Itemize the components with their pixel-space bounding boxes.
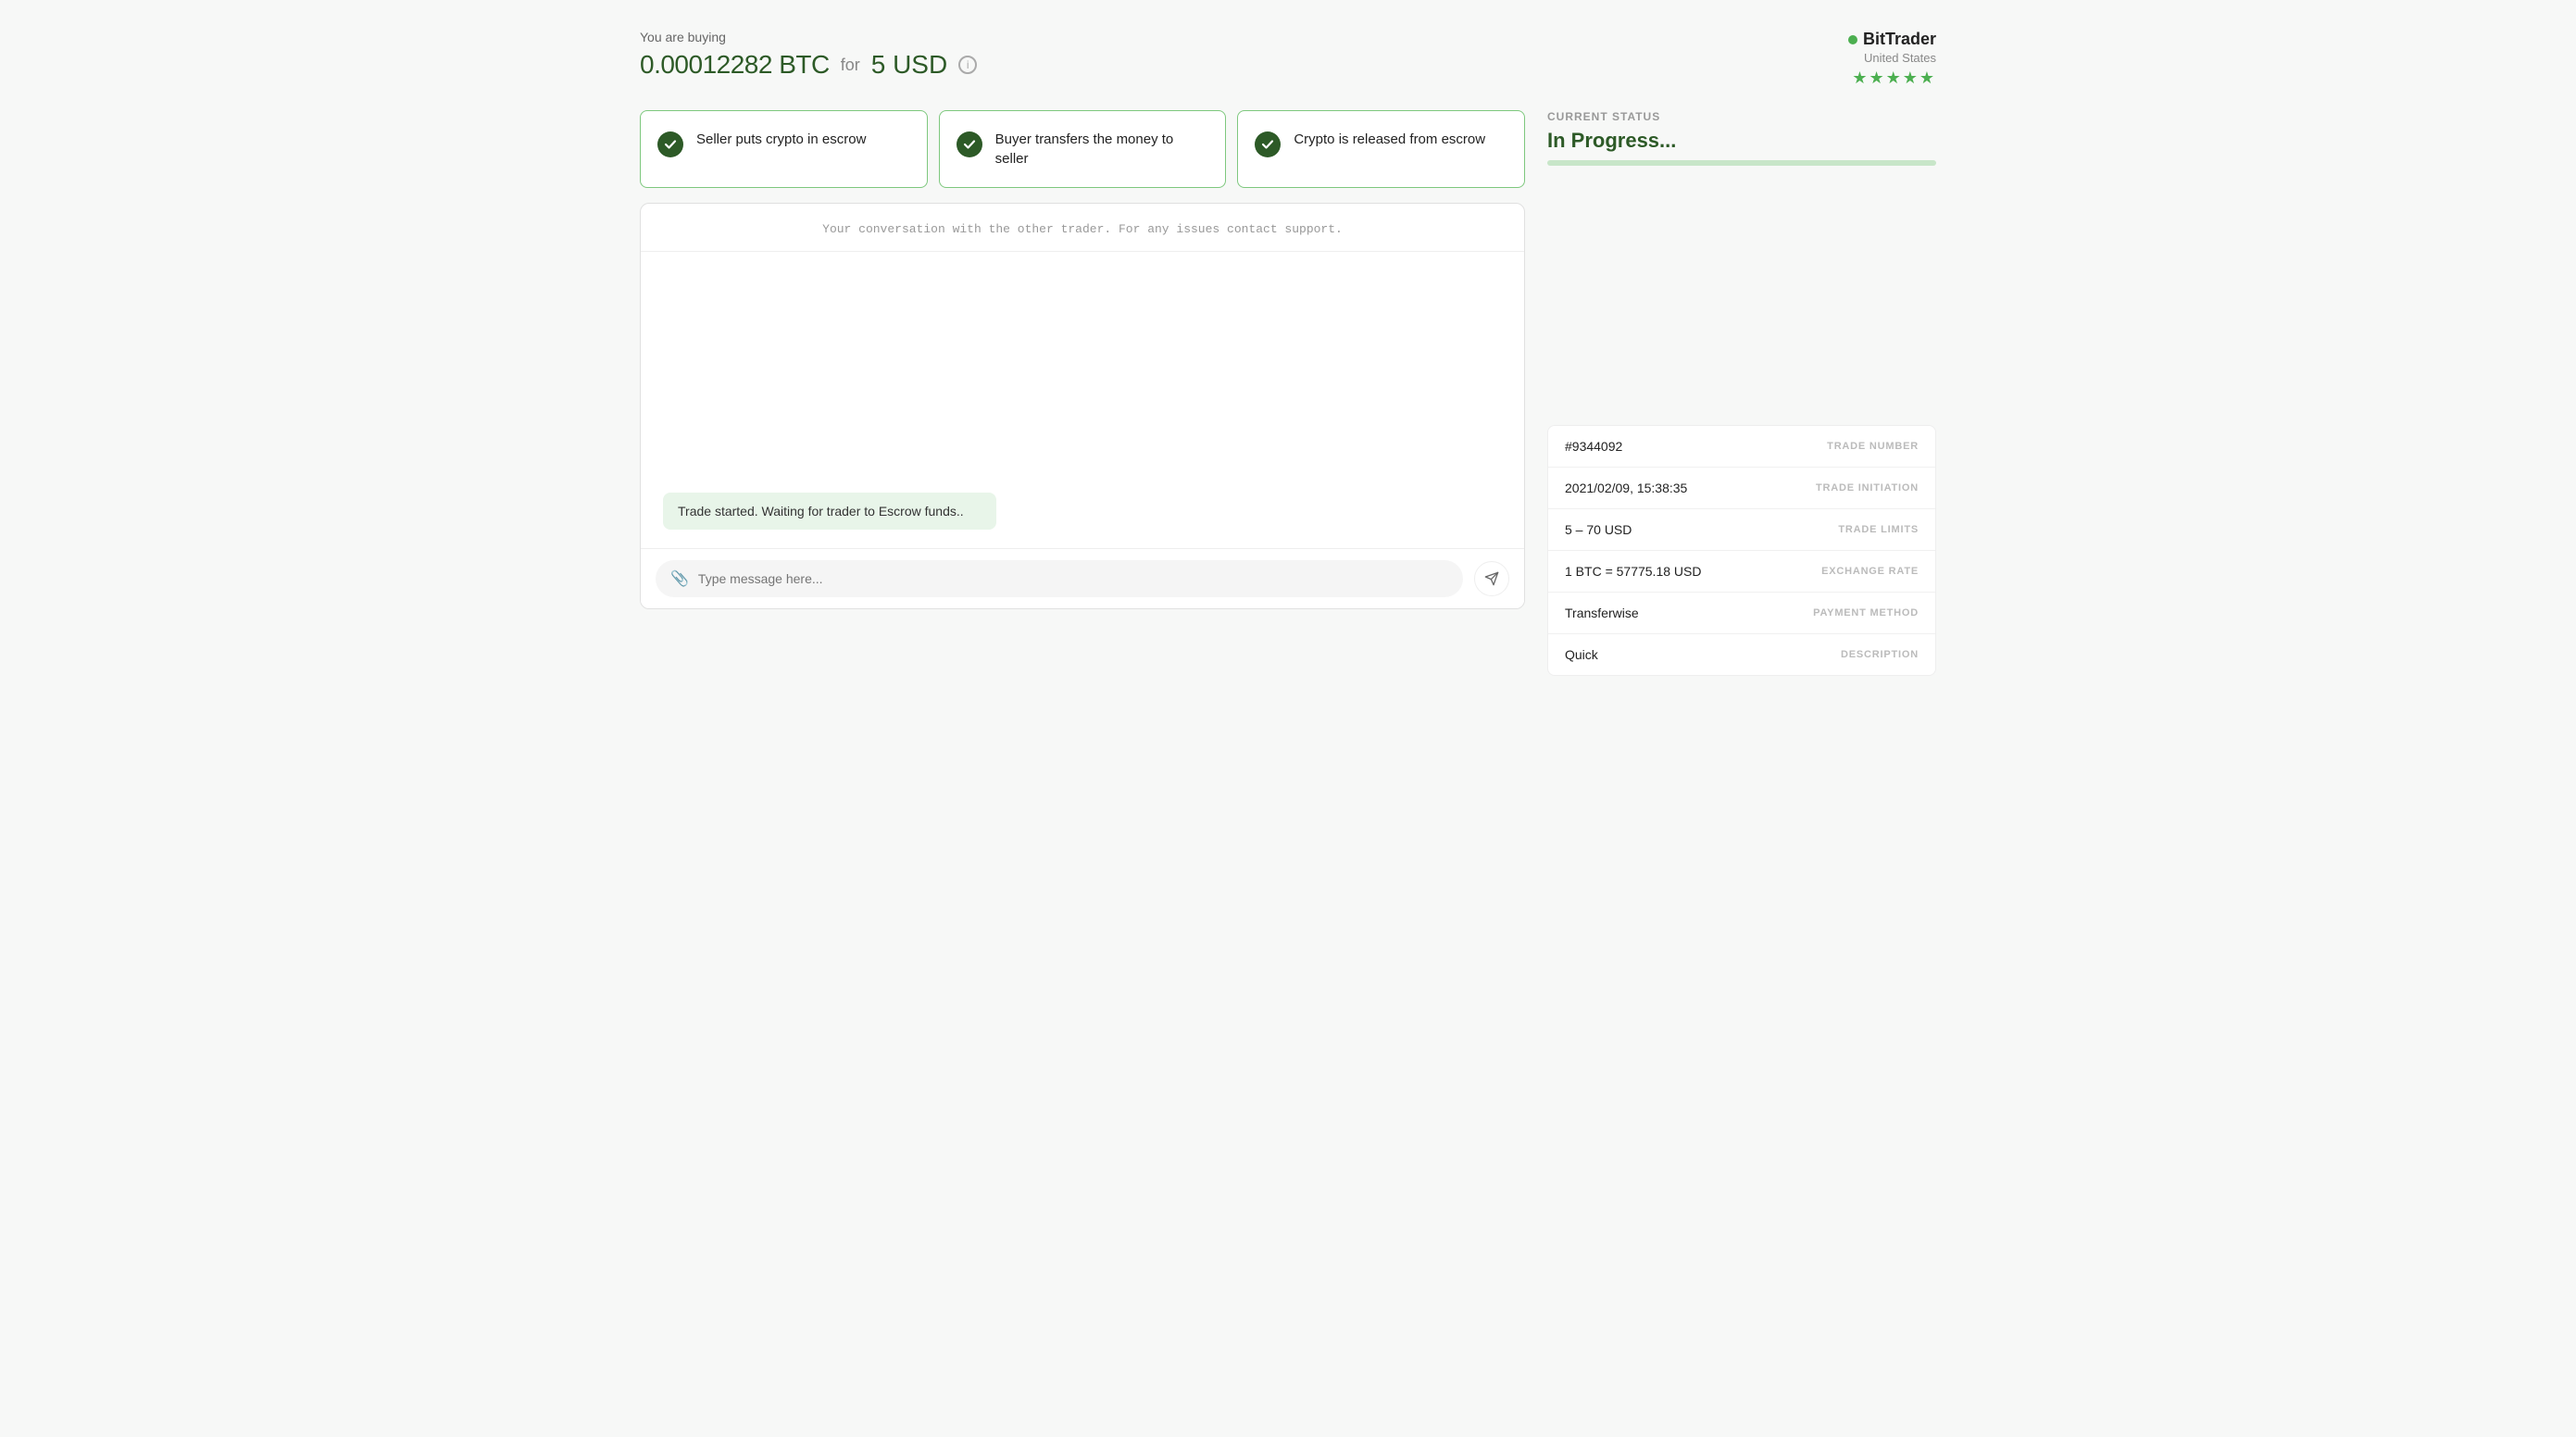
main-content: Seller puts crypto in escrow Buyer trans…: [640, 110, 1936, 676]
chat-input-area: 📎: [641, 548, 1524, 608]
chat-area: Your conversation with the other trader.…: [640, 203, 1525, 609]
trade-detail-row-number: #9344092 TRADE NUMBER: [1548, 426, 1935, 468]
right-panel: CURRENT STATUS In Progress... #9344092 T…: [1547, 110, 1936, 676]
current-status-value: In Progress...: [1547, 129, 1936, 153]
trade-detail-row-description: Quick DESCRIPTION: [1548, 634, 1935, 675]
trade-number-label: TRADE NUMBER: [1827, 441, 1919, 452]
trade-payment-label: PAYMENT METHOD: [1813, 607, 1919, 619]
seller-online-dot: [1848, 35, 1857, 44]
step-check-1: [657, 131, 683, 157]
top-row: You are buying 0.00012282 BTC for 5 USD …: [640, 30, 1936, 88]
amount-btc: 0.00012282 BTC: [640, 50, 830, 80]
send-icon: [1484, 571, 1499, 586]
step-text-2: Buyer transfers the money to seller: [995, 130, 1209, 169]
info-icon[interactable]: i: [958, 56, 977, 74]
trade-initiation-label: TRADE INITIATION: [1816, 482, 1919, 494]
trade-detail-row-payment: Transferwise PAYMENT METHOD: [1548, 593, 1935, 634]
current-status-label: CURRENT STATUS: [1547, 110, 1936, 123]
trade-details: #9344092 TRADE NUMBER 2021/02/09, 15:38:…: [1547, 425, 1936, 676]
send-button[interactable]: [1474, 561, 1509, 596]
step-check-2: [957, 131, 982, 157]
trade-number-value: #9344092: [1565, 439, 1622, 454]
trade-detail-row-exchange: 1 BTC = 57775.18 USD EXCHANGE RATE: [1548, 551, 1935, 593]
amount-usd: 5 USD: [871, 50, 947, 80]
step-card-2: Buyer transfers the money to seller: [939, 110, 1227, 188]
chat-info-bar: Your conversation with the other trader.…: [641, 204, 1524, 252]
seller-stars: ★★★★★: [1848, 69, 1936, 88]
for-label: for: [841, 56, 860, 75]
step-card-1: Seller puts crypto in escrow: [640, 110, 928, 188]
seller-name: BitTrader: [1863, 30, 1936, 49]
trade-detail-row-initiation: 2021/02/09, 15:38:35 TRADE INITIATION: [1548, 468, 1935, 509]
current-status-section: CURRENT STATUS In Progress...: [1547, 110, 1936, 166]
chat-input[interactable]: [698, 571, 1448, 586]
trade-exchange-label: EXCHANGE RATE: [1821, 566, 1919, 577]
attach-icon[interactable]: 📎: [670, 569, 689, 588]
trade-initiation-value: 2021/02/09, 15:38:35: [1565, 481, 1687, 495]
step-check-3: [1255, 131, 1281, 157]
step-text-3: Crypto is released from escrow: [1294, 130, 1485, 149]
buying-amount: 0.00012282 BTC for 5 USD i: [640, 50, 977, 80]
seller-country: United States: [1848, 51, 1936, 65]
trade-description-value: Quick: [1565, 647, 1598, 662]
seller-info: BitTrader United States ★★★★★: [1848, 30, 1936, 88]
step-card-3: Crypto is released from escrow: [1237, 110, 1525, 188]
system-message: Trade started. Waiting for trader to Esc…: [663, 493, 996, 530]
page-container: You are buying 0.00012282 BTC for 5 USD …: [640, 30, 1936, 676]
trade-exchange-value: 1 BTC = 57775.18 USD: [1565, 564, 1701, 579]
trade-description-label: DESCRIPTION: [1841, 649, 1919, 660]
trade-limits-value: 5 – 70 USD: [1565, 522, 1632, 537]
status-progress-bar: [1547, 160, 1936, 166]
chat-messages: Trade started. Waiting for trader to Esc…: [641, 252, 1524, 548]
trade-limits-label: TRADE LIMITS: [1838, 524, 1919, 535]
step-text-1: Seller puts crypto in escrow: [696, 130, 866, 149]
buying-label: You are buying: [640, 30, 977, 44]
trade-payment-value: Transferwise: [1565, 606, 1639, 620]
chat-info-text: Your conversation with the other trader.…: [663, 222, 1502, 236]
left-panel: Seller puts crypto in escrow Buyer trans…: [640, 110, 1525, 609]
seller-name-row: BitTrader: [1848, 30, 1936, 49]
buying-info: You are buying 0.00012282 BTC for 5 USD …: [640, 30, 977, 80]
steps-row: Seller puts crypto in escrow Buyer trans…: [640, 110, 1525, 188]
trade-detail-row-limits: 5 – 70 USD TRADE LIMITS: [1548, 509, 1935, 551]
chat-input-wrapper[interactable]: 📎: [656, 560, 1463, 597]
